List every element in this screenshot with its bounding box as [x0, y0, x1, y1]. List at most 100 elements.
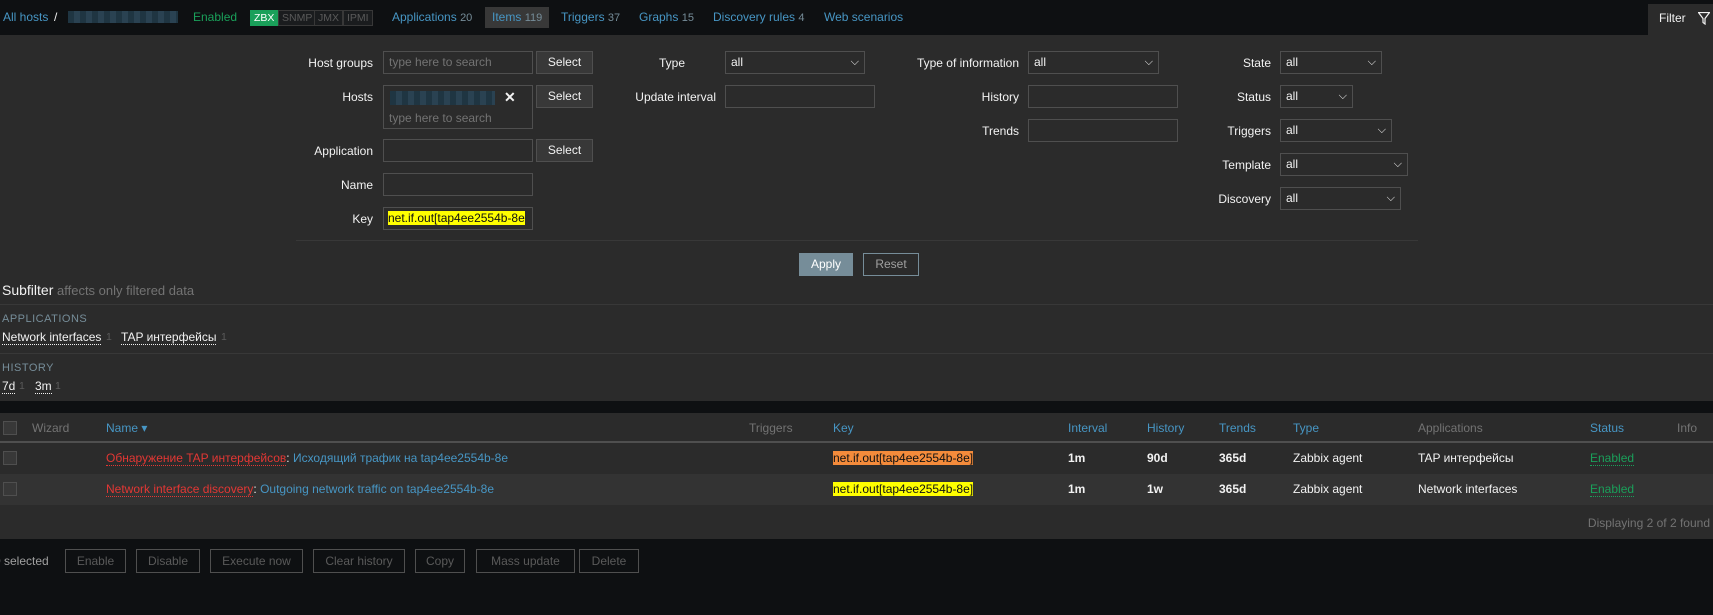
- item-trends: 365d: [1219, 482, 1247, 496]
- host-groups-select-button[interactable]: Select: [536, 51, 593, 74]
- table-header: Wizard Name ▾ Triggers Key Interval Hist…: [0, 413, 1713, 443]
- item-name-link[interactable]: Исходящий трафик на tap4ee2554b-8e: [293, 451, 508, 465]
- hosts-search-placeholder[interactable]: type here to search: [389, 108, 492, 129]
- subfilter-count: 1: [19, 380, 25, 392]
- nav-triggers[interactable]: Triggers 37: [561, 10, 620, 24]
- item-status-cell: Enabled: [1590, 451, 1635, 466]
- subfilter-applications-header: APPLICATIONS: [2, 313, 88, 325]
- nav-graphs-label[interactable]: Graphs: [639, 10, 678, 24]
- application-input[interactable]: [383, 139, 533, 162]
- template-select[interactable]: all ⌵: [1280, 153, 1408, 176]
- application-select-button[interactable]: Select: [536, 139, 593, 162]
- nav-discovery-label[interactable]: Discovery rules: [713, 10, 795, 24]
- history-input[interactable]: [1028, 85, 1178, 108]
- col-interval[interactable]: Interval: [1068, 421, 1107, 435]
- nav-graphs[interactable]: Graphs 15: [639, 10, 694, 24]
- col-type[interactable]: Type: [1293, 421, 1319, 435]
- type-select-value: all: [731, 55, 744, 69]
- item-interval: 1m: [1068, 482, 1086, 496]
- subfilter-divider: [0, 353, 1713, 354]
- item-type: Zabbix agent: [1293, 482, 1363, 496]
- nav-discovery-count: 4: [798, 12, 805, 24]
- reset-button[interactable]: Reset: [863, 253, 919, 276]
- col-key[interactable]: Key: [833, 421, 854, 435]
- col-trends[interactable]: Trends: [1219, 421, 1256, 435]
- discovery-select[interactable]: all ⌵: [1280, 187, 1401, 210]
- type-select[interactable]: all ⌵: [725, 51, 865, 74]
- disable-button[interactable]: Disable: [136, 549, 200, 573]
- filter-tab[interactable]: Filter: [1648, 4, 1713, 35]
- hosts-multiselect[interactable]: ✕ type here to search: [383, 85, 533, 129]
- col-status[interactable]: Status: [1590, 421, 1624, 435]
- update-interval-input[interactable]: [725, 85, 875, 108]
- subfilter-count: 1: [106, 331, 112, 343]
- host-groups-input[interactable]: type here to search: [383, 51, 533, 74]
- all-hosts-link[interactable]: All hosts: [3, 10, 48, 24]
- state-select-value: all: [1286, 55, 1299, 69]
- subfilter-application-network-interfaces[interactable]: Network interfaces: [2, 330, 102, 345]
- name-input[interactable]: [383, 173, 533, 196]
- col-name[interactable]: Name ▾: [106, 421, 147, 435]
- nav-applications-count: 20: [460, 12, 473, 24]
- row-checkbox[interactable]: [3, 451, 17, 465]
- subfilter-application-tap[interactable]: TAP интерфейсы: [121, 330, 217, 345]
- discovery-rule-link[interactable]: Network interface discovery: [106, 482, 254, 497]
- status-select[interactable]: all ⌵: [1280, 85, 1353, 108]
- copy-button[interactable]: Copy: [415, 549, 465, 573]
- hosts-select-button[interactable]: Select: [536, 85, 593, 108]
- subfilter-history-3m[interactable]: 3m: [35, 379, 52, 394]
- item-name-cell: Network interface discovery: Outgoing ne…: [106, 482, 494, 497]
- filter-panel: Host groups type here to search Select H…: [0, 35, 1713, 285]
- nav-items-tab[interactable]: Items 119: [485, 7, 550, 28]
- type-of-information-select[interactable]: all ⌵: [1028, 51, 1159, 74]
- nav-graphs-count: 15: [681, 12, 694, 24]
- mass-update-button[interactable]: Mass update: [476, 549, 575, 573]
- item-status-cell: Enabled: [1590, 482, 1635, 497]
- nav-triggers-label[interactable]: Triggers: [561, 10, 605, 24]
- item-history: 90d: [1147, 451, 1168, 465]
- apply-button[interactable]: Apply: [799, 253, 853, 276]
- remove-host-icon[interactable]: ✕: [504, 87, 516, 108]
- template-label: Template: [1222, 158, 1271, 172]
- name-separator: :: [286, 451, 293, 465]
- clear-history-button[interactable]: Clear history: [313, 549, 405, 573]
- triggers-select-value: all: [1286, 123, 1299, 137]
- item-applications: Network interfaces: [1418, 482, 1518, 496]
- nav-items-label[interactable]: Items: [492, 10, 521, 24]
- nav-items-count: 119: [524, 12, 543, 24]
- triggers-select[interactable]: all ⌵: [1280, 119, 1392, 142]
- trends-label: Trends: [982, 124, 1019, 138]
- delete-button[interactable]: Delete: [579, 549, 639, 573]
- key-label: Key: [352, 212, 373, 226]
- nav-applications-label[interactable]: Applications: [392, 10, 457, 24]
- item-name-link[interactable]: Outgoing network traffic on tap4ee2554b-…: [260, 482, 494, 496]
- key-input[interactable]: net.if.out[tap4ee2554b-8e: [383, 207, 533, 230]
- jmx-availability-badge: JMX: [314, 10, 343, 26]
- col-info: Info: [1677, 421, 1698, 435]
- select-all-checkbox[interactable]: [3, 421, 17, 435]
- nav-applications[interactable]: Applications 20: [392, 10, 472, 24]
- item-status-link[interactable]: Enabled: [1590, 482, 1635, 497]
- row-checkbox[interactable]: [3, 482, 17, 496]
- state-select[interactable]: all ⌵: [1280, 51, 1382, 74]
- execute-now-button[interactable]: Execute now: [210, 549, 303, 573]
- host-groups-label: Host groups: [308, 56, 373, 70]
- nav-discovery-rules[interactable]: Discovery rules 4: [713, 10, 805, 24]
- state-label: State: [1242, 56, 1271, 70]
- nav-triggers-count: 37: [607, 12, 621, 24]
- type-label: Type: [658, 56, 685, 70]
- snmp-availability-badge: SNMP: [278, 10, 317, 26]
- discovery-rule-link[interactable]: Обнаружение TAP интерфейсов: [106, 451, 287, 466]
- trends-input[interactable]: [1028, 119, 1178, 142]
- subfilter-history-7d[interactable]: 7d: [2, 379, 16, 394]
- nav-web-scenarios[interactable]: Web scenarios: [824, 10, 903, 24]
- zbx-availability-badge: ZBX: [250, 10, 279, 26]
- ipmi-availability-badge: IPMI: [343, 10, 373, 26]
- subfilter-title: Subfilter: [2, 282, 54, 298]
- enable-button[interactable]: Enable: [65, 549, 126, 573]
- host-name-redacted[interactable]: [68, 11, 178, 23]
- col-triggers: Triggers: [749, 421, 793, 435]
- table-footer-count: Displaying 2 of 2 found: [1587, 516, 1710, 530]
- col-history[interactable]: History: [1147, 421, 1184, 435]
- item-status-link[interactable]: Enabled: [1590, 451, 1635, 466]
